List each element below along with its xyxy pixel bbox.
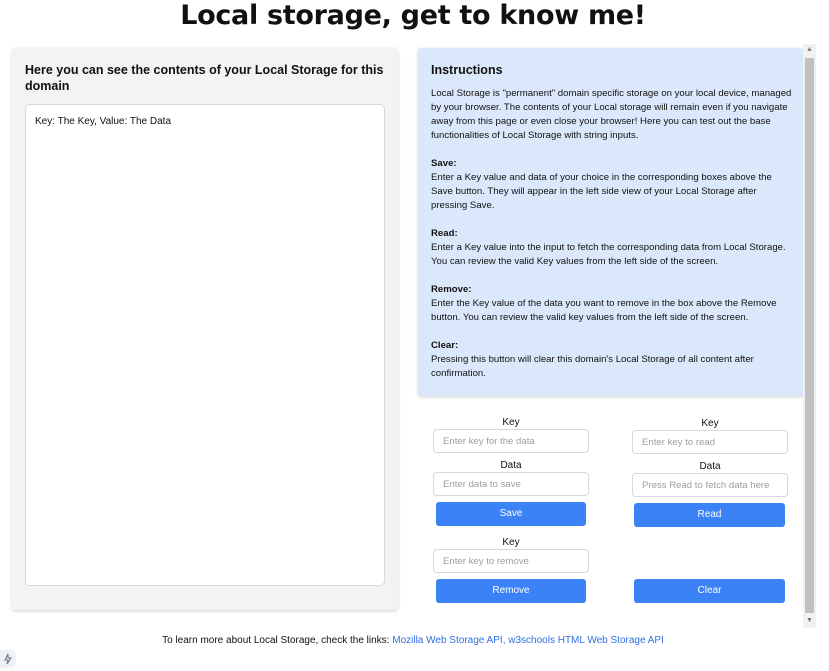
instructions-title: Instructions bbox=[431, 63, 503, 77]
read-button[interactable]: Read bbox=[634, 503, 785, 527]
instructions-read-text: Enter a Key value into the input to fetc… bbox=[431, 242, 786, 267]
instructions-remove: Remove: Enter the Key value of the data … bbox=[431, 283, 793, 325]
page-scrollbar[interactable]: ▲ ▼ bbox=[803, 44, 816, 628]
chevron-down-icon[interactable]: ▼ bbox=[803, 615, 816, 627]
storage-panel: Here you can see the contents of your Lo… bbox=[12, 48, 398, 610]
save-button[interactable]: Save bbox=[436, 502, 586, 526]
save-key-label: Key bbox=[502, 417, 520, 428]
page: Local storage, get to know me! Here you … bbox=[0, 0, 829, 671]
read-key-label: Key bbox=[701, 418, 719, 429]
storage-panel-heading: Here you can see the contents of your Lo… bbox=[25, 63, 384, 93]
chevron-up-icon[interactable]: ▲ bbox=[803, 44, 816, 56]
instructions-save: Save: Enter a Key value and data of your… bbox=[431, 157, 793, 213]
mdn-link[interactable]: Mozilla Web Storage API bbox=[392, 635, 502, 646]
page-title: Local storage, get to know me! bbox=[180, 0, 646, 31]
read-data-label: Data bbox=[699, 461, 721, 472]
instructions-save-text: Enter a Key value and data of your choic… bbox=[431, 172, 772, 211]
w3schools-link[interactable]: w3schools HTML Web Storage API bbox=[508, 635, 664, 646]
save-data-label: Data bbox=[500, 460, 522, 471]
read-data-output[interactable] bbox=[632, 473, 788, 497]
instructions-remove-heading: Remove: bbox=[431, 284, 472, 295]
instructions-panel: Instructions Local Storage is "permanent… bbox=[418, 48, 804, 396]
remove-key-input[interactable] bbox=[433, 549, 589, 573]
instructions-intro: Local Storage is "permanent" domain spec… bbox=[431, 88, 792, 141]
lightning-icon[interactable] bbox=[0, 650, 16, 668]
instructions-read-heading: Read: bbox=[431, 228, 458, 239]
remove-button[interactable]: Remove bbox=[436, 579, 586, 603]
storage-contents-box[interactable]: Key: The Key, Value: The Data bbox=[25, 104, 385, 586]
instructions-clear-text: Pressing this button will clear this dom… bbox=[431, 354, 754, 379]
read-key-input[interactable] bbox=[632, 430, 788, 454]
instructions-read: Read: Enter a Key value into the input t… bbox=[431, 227, 793, 269]
remove-key-label: Key bbox=[502, 537, 520, 548]
footer: To learn more about Local Storage, check… bbox=[0, 634, 826, 647]
scrollbar-thumb[interactable] bbox=[805, 58, 814, 613]
storage-entry: Key: The Key, Value: The Data bbox=[35, 116, 172, 127]
clear-button[interactable]: Clear bbox=[634, 579, 785, 603]
footer-text: To learn more about Local Storage, check… bbox=[162, 635, 393, 646]
save-key-input[interactable] bbox=[433, 429, 589, 453]
instructions-body: Local Storage is "permanent" domain spec… bbox=[431, 87, 793, 395]
save-data-input[interactable] bbox=[433, 472, 589, 496]
instructions-remove-text: Enter the Key value of the data you want… bbox=[431, 298, 777, 323]
instructions-save-heading: Save: bbox=[431, 158, 457, 169]
instructions-clear-heading: Clear: bbox=[431, 340, 459, 351]
instructions-clear: Clear: Pressing this button will clear t… bbox=[431, 339, 793, 381]
